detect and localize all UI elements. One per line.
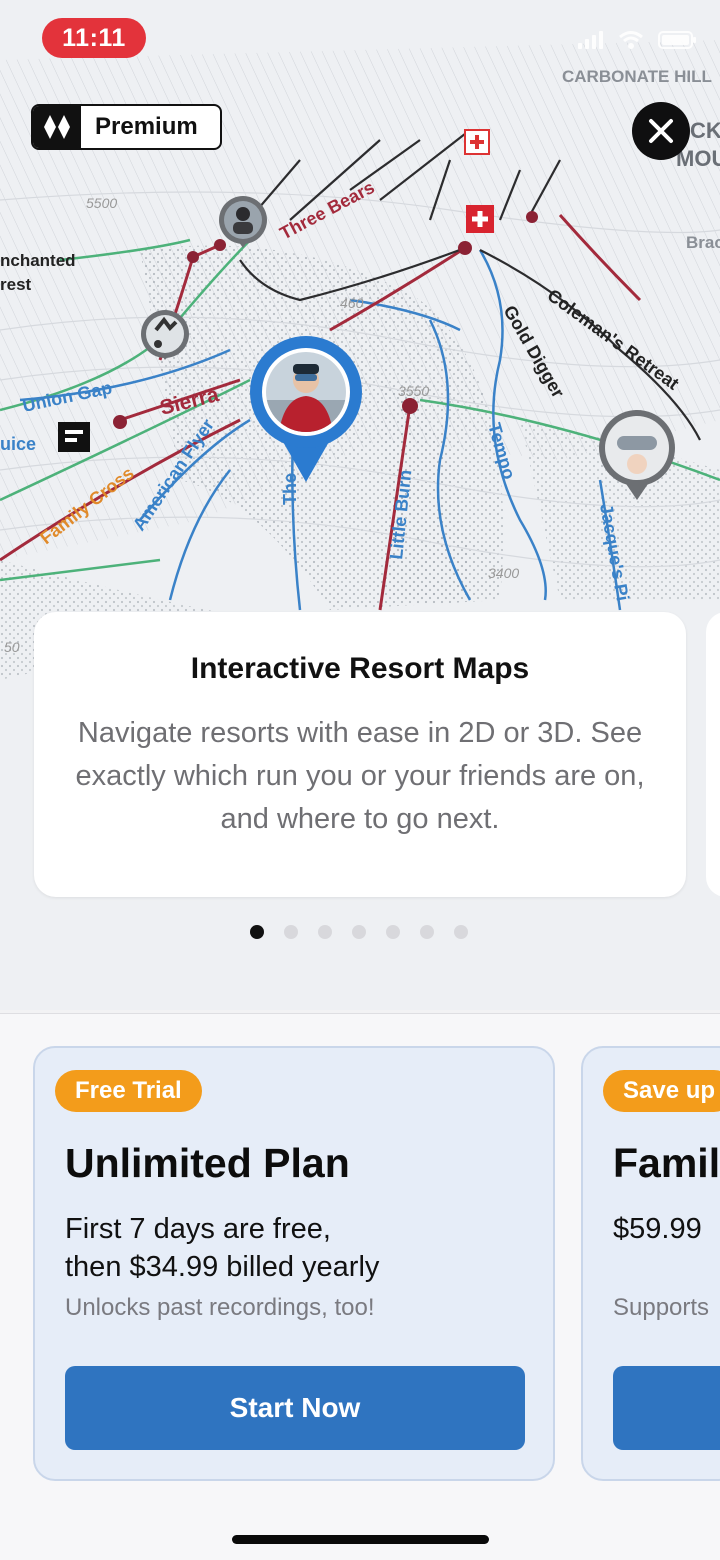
plan-name: Unlimited Plan <box>65 1140 350 1186</box>
close-icon <box>649 119 673 143</box>
plan-card-unlimited[interactable]: Free Trial Unlimited Plan First 7 days a… <box>33 1046 555 1481</box>
page-dot[interactable] <box>318 925 332 939</box>
feature-card[interactable]: Interactive Resort Maps Navigate resorts… <box>34 612 686 897</box>
page-dot[interactable] <box>420 925 434 939</box>
plan-name: Famil <box>613 1140 720 1186</box>
app-logo-icon <box>33 106 81 148</box>
plan-cta-button[interactable] <box>613 1366 720 1450</box>
page-dot[interactable] <box>454 925 468 939</box>
feature-description: Navigate resorts with ease in 2D or 3D. … <box>75 717 645 835</box>
page-dot[interactable] <box>352 925 366 939</box>
plan-note: Unlocks past recordings, too! <box>65 1294 375 1321</box>
plan-price-line: then $34.99 billed yearly <box>65 1251 380 1283</box>
wifi-icon <box>619 31 643 49</box>
plan-price: First 7 days are free, then $34.99 bille… <box>65 1210 379 1286</box>
premium-label: Premium <box>95 113 198 140</box>
elevation-label: 3550 <box>398 383 429 399</box>
page-dot[interactable] <box>284 925 298 939</box>
elevation-label: 460 <box>340 295 364 311</box>
battery-icon <box>658 31 696 49</box>
run-label: uice <box>0 434 36 454</box>
first-aid-icon <box>466 205 494 233</box>
first-aid-icon <box>464 129 490 155</box>
feature-card-next[interactable] <box>706 612 720 897</box>
plan-price-line: First 7 days are free, <box>65 1213 331 1245</box>
close-button[interactable] <box>632 102 690 160</box>
elevation-label: 50 <box>4 639 20 655</box>
page-dot[interactable] <box>386 925 400 939</box>
elevation-label: 3400 <box>488 565 519 581</box>
home-indicator[interactable] <box>232 1535 489 1544</box>
page-dot[interactable] <box>250 925 264 939</box>
page-indicator[interactable] <box>250 925 468 939</box>
elevation-label: 5500 <box>86 195 117 211</box>
signal-icon <box>578 31 603 49</box>
premium-badge: Premium <box>31 104 222 150</box>
status-bar-icons <box>578 30 698 50</box>
map-place-label: Brac <box>686 233 720 252</box>
feature-title: Interactive Resort Maps <box>190 652 530 685</box>
status-bar-time: 11:11 <box>42 18 146 58</box>
plan-card-family[interactable]: Save up Famil $59.99 Supports <box>581 1046 720 1481</box>
map-place-label: rest <box>0 275 32 294</box>
map-place-label: CARBONATE HILL <box>562 67 712 86</box>
map-place-label: CK <box>690 118 720 143</box>
plan-badge: Save up <box>603 1070 720 1112</box>
plan-price: $59.99 <box>613 1213 702 1245</box>
plan-note: Supports <box>613 1294 710 1321</box>
plan-badge: Free Trial <box>55 1070 202 1112</box>
map-place-label: nchanted <box>0 251 76 270</box>
start-now-button[interactable]: Start Now <box>65 1366 525 1450</box>
lodge-icon <box>58 422 90 452</box>
run-label: The <box>280 473 300 505</box>
